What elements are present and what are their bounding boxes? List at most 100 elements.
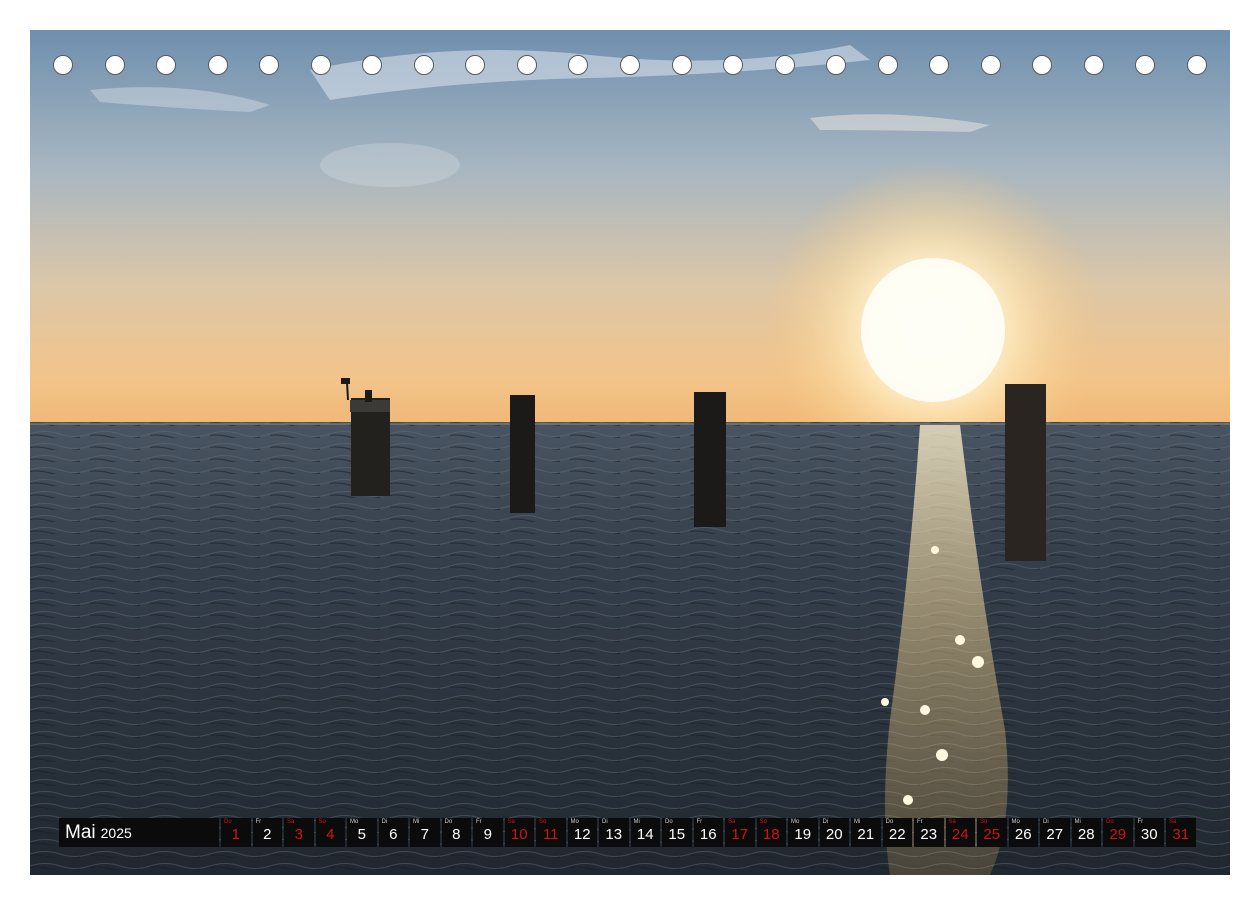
binding-ring xyxy=(259,55,280,75)
weekday-label: So xyxy=(980,819,988,825)
day-cell: Di 13 xyxy=(599,818,629,847)
weekday-label: Di xyxy=(381,819,388,825)
day-cell: Sa 31 xyxy=(1166,818,1196,847)
weekday-label: Sa xyxy=(728,819,736,825)
day-cell: Fr 9 xyxy=(473,818,503,847)
day-cell: Sa 17 xyxy=(725,818,755,847)
weekday-label: Do xyxy=(1106,819,1114,825)
weekday-label: Sa xyxy=(948,819,956,825)
weekday-label: Sa xyxy=(1169,819,1177,825)
day-number: 7 xyxy=(420,826,429,843)
weekday-label: Fr xyxy=(476,819,482,825)
binding-ring xyxy=(516,55,537,75)
binding-ring xyxy=(1032,55,1053,75)
weekday-label: So xyxy=(759,819,767,825)
day-number: 29 xyxy=(1109,826,1127,843)
month-year: 2025 xyxy=(100,824,132,841)
month-label: Mai 2025 xyxy=(59,818,219,847)
day-number: 12 xyxy=(573,826,591,843)
binding-ring xyxy=(310,55,331,75)
binding-ring xyxy=(826,55,847,75)
binding-ring xyxy=(156,55,177,75)
weekday-label: Sa xyxy=(507,819,515,825)
day-list: Do 1 Fr 2 Sa 3 So 4 Mo 5 Di 6 Mi 7 Do 8 Fr 9 Sa 10 So 11 Mo 12 D… xyxy=(221,818,1198,847)
day-cell: Mo 12 xyxy=(567,818,597,847)
day-number: 4 xyxy=(326,826,335,843)
weekday-label: Mi xyxy=(1074,819,1081,825)
weekday-label: Fr xyxy=(917,819,923,825)
day-number: 30 xyxy=(1140,826,1158,843)
day-number: 8 xyxy=(452,826,461,843)
binding-ring xyxy=(53,55,73,75)
weekday-label: Mo xyxy=(350,819,359,825)
day-number: 1 xyxy=(231,826,240,843)
binding-ring xyxy=(104,55,125,75)
day-number: 28 xyxy=(1077,826,1095,843)
day-number: 5 xyxy=(357,826,366,843)
day-cell: Fr 16 xyxy=(693,818,723,847)
day-cell: Do 22 xyxy=(882,818,912,847)
binding-ring xyxy=(413,55,434,75)
binding-ring xyxy=(620,55,640,75)
day-cell: Do 8 xyxy=(441,818,471,847)
day-cell: Di 27 xyxy=(1040,818,1070,847)
calendar-bar: Mai 2025 Do 1 Fr 2 Sa 3 So 4 Mo 5 Di 6 Mi 7 Do 8 Fr 9 Sa 10… xyxy=(59,818,1198,847)
day-number: 24 xyxy=(951,826,969,843)
binding-ring xyxy=(1187,55,1207,75)
day-cell: Di 20 xyxy=(819,818,849,847)
weekday-label: So xyxy=(318,819,326,825)
weekday-label: Do xyxy=(444,819,453,825)
weekday-label: Mo xyxy=(570,819,579,825)
day-cell: Mi 28 xyxy=(1071,818,1101,847)
day-number: 9 xyxy=(483,826,492,843)
day-number: 19 xyxy=(794,826,812,843)
binding-ring xyxy=(723,55,744,75)
day-cell: Di 6 xyxy=(378,818,408,847)
day-number: 31 xyxy=(1172,826,1190,843)
binding-ring xyxy=(671,55,692,75)
day-number: 25 xyxy=(983,826,1001,843)
binding-ring xyxy=(980,55,1001,75)
day-number: 2 xyxy=(263,826,272,843)
day-number: 10 xyxy=(510,826,528,843)
day-number: 3 xyxy=(294,826,303,843)
day-cell: Mi 7 xyxy=(410,818,440,847)
weekday-label: So xyxy=(539,819,547,825)
day-cell: Mo 26 xyxy=(1008,818,1038,847)
day-cell: Fr 2 xyxy=(252,818,282,847)
weekday-label: Mo xyxy=(791,819,800,825)
day-cell: So 4 xyxy=(315,818,345,847)
weekday-label: Fr xyxy=(255,819,262,825)
day-cell: Mi 21 xyxy=(851,818,881,847)
day-number: 15 xyxy=(668,826,686,843)
day-cell: Fr 30 xyxy=(1134,818,1164,847)
day-cell: So 11 xyxy=(536,818,566,847)
day-number: 23 xyxy=(920,826,938,843)
sunset-sea-photo xyxy=(30,30,1230,875)
day-cell: Sa 24 xyxy=(945,818,975,847)
weekday-label: Di xyxy=(602,819,608,825)
day-cell: Sa 10 xyxy=(504,818,534,847)
day-cell: Mo 5 xyxy=(347,818,377,847)
weekday-label: Sa xyxy=(287,819,295,825)
day-number: 6 xyxy=(389,826,398,843)
day-cell: Mi 14 xyxy=(630,818,660,847)
binding-ring xyxy=(568,55,589,75)
weekday-label: Fr xyxy=(696,819,703,825)
day-cell: Fr 23 xyxy=(914,818,944,847)
day-cell: Mo 19 xyxy=(788,818,818,847)
day-number: 16 xyxy=(699,826,717,843)
binding-ring xyxy=(207,55,228,75)
day-number: 26 xyxy=(1014,826,1032,843)
calendar-sheet: Mai 2025 Do 1 Fr 2 Sa 3 So 4 Mo 5 Di 6 Mi 7 Do 8 Fr 9 Sa 10… xyxy=(30,30,1230,875)
day-cell: So 18 xyxy=(756,818,786,847)
day-number: 13 xyxy=(605,826,623,843)
day-cell: Sa 3 xyxy=(284,818,314,847)
day-number: 18 xyxy=(762,826,780,843)
day-number: 14 xyxy=(636,826,654,843)
weekday-label: Do xyxy=(885,819,894,825)
day-cell: So 25 xyxy=(977,818,1007,847)
weekday-label: Mi xyxy=(633,819,640,825)
weekday-label: Di xyxy=(822,819,829,825)
day-number: 22 xyxy=(888,826,906,843)
